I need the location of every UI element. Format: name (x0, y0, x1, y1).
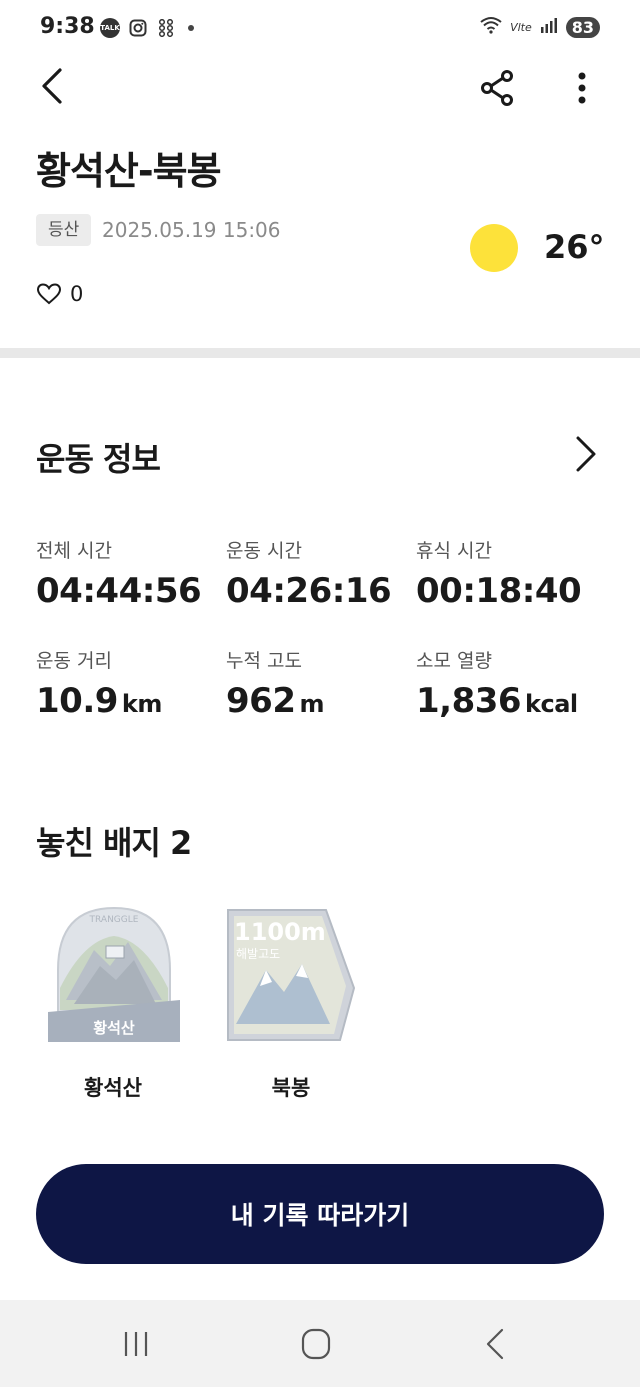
badge-name: 북봉 (271, 1076, 311, 1100)
like-button[interactable]: 0 (36, 282, 83, 306)
stat-value: 10.9 km (36, 681, 162, 721)
badge-altitude-text: 1100m (234, 918, 326, 946)
temperature: 26° (544, 228, 605, 266)
home-icon (301, 1328, 331, 1360)
altitude-badge-icon: 1100m 해발고도 (227, 909, 356, 1041)
exercise-info-title: 운동 정보 (36, 440, 161, 478)
stat-label: 소모 열량 (416, 650, 492, 672)
section-divider (0, 348, 640, 358)
share-icon (481, 70, 513, 106)
badge-name: 황석산 (84, 1076, 142, 1100)
stat-value: 04:26:16 (226, 571, 392, 611)
status-bar: 9:38 TALK Vlte 83 (0, 0, 640, 58)
stat-label: 운동 거리 (36, 650, 112, 672)
stat-label: 운동 시간 (226, 540, 302, 562)
notification-dot-icon (188, 25, 194, 31)
instagram-icon (128, 18, 148, 38)
badge-bukbong[interactable]: 1100m 해발고도 (222, 900, 362, 1060)
system-nav-bar (0, 1300, 640, 1387)
stat-value: 962 m (226, 681, 324, 721)
status-left-icons: TALK (100, 18, 194, 38)
wifi-icon (480, 16, 502, 38)
battery-indicator: 83 (565, 16, 600, 38)
recents-button[interactable] (116, 1326, 156, 1362)
stat-number: 962 (226, 681, 296, 721)
stat-number: 10.9 (36, 681, 118, 721)
stat-total-time: 전체 시간 04:44:56 (36, 536, 202, 611)
badge-arc-text: TRANGGLE (89, 915, 139, 925)
stat-unit: km (121, 690, 162, 718)
stat-label: 전체 시간 (36, 540, 112, 562)
stat-distance: 운동 거리 10.9 km (36, 646, 162, 721)
chevron-left-icon (42, 68, 62, 104)
stat-calories: 소모 열량 1,836 kcal (416, 646, 578, 721)
page-title: 황석산-북봉 (36, 149, 222, 193)
chevron-right-icon (576, 436, 596, 472)
badge-text: 황석산 (93, 1019, 135, 1037)
badge-sub-text: 해발고도 (236, 947, 280, 961)
stat-value: 1,836 kcal (416, 681, 578, 721)
signal-icon (540, 17, 558, 37)
stat-moving-time: 운동 시간 04:26:16 (226, 536, 392, 611)
stat-number: 00:18:40 (416, 571, 582, 611)
status-time: 9:38 (40, 14, 95, 39)
stat-elevation: 누적 고도 962 m (226, 646, 324, 721)
stat-value: 00:18:40 (416, 571, 582, 611)
stat-unit: kcal (525, 690, 578, 718)
more-vertical-icon (578, 72, 586, 104)
stat-unit: m (299, 690, 324, 718)
activity-tag: 등산 (36, 214, 92, 246)
exercise-info-detail-button[interactable] (572, 432, 600, 476)
follow-my-record-button[interactable]: 내 기록 따라가기 (36, 1164, 604, 1264)
badge-hwangseoksan[interactable]: TRANGGLE 황석산 (44, 900, 184, 1060)
share-button[interactable] (478, 68, 518, 108)
back-button[interactable] (36, 66, 72, 106)
stat-label: 누적 고도 (226, 650, 302, 672)
record-datetime: 2025.05.19 15:06 (102, 218, 281, 242)
recents-icon (124, 1332, 148, 1356)
kakao-talk-icon: TALK (100, 18, 120, 38)
like-count: 0 (70, 282, 84, 306)
volte-label: Vlte (510, 20, 532, 34)
stat-label: 휴식 시간 (416, 540, 492, 562)
stat-number: 04:26:16 (226, 571, 392, 611)
sun-icon (470, 224, 518, 272)
more-options-button[interactable] (566, 68, 598, 108)
stat-rest-time: 휴식 시간 00:18:40 (416, 536, 582, 611)
status-right-icons: Vlte 83 (480, 16, 600, 38)
heart-icon (36, 283, 62, 305)
stat-value: 04:44:56 (36, 571, 202, 611)
missed-badges-title: 놓친 배지 2 (36, 824, 192, 862)
stat-number: 04:44:56 (36, 571, 202, 611)
system-back-button[interactable] (476, 1326, 516, 1362)
back-icon (486, 1328, 504, 1360)
stat-number: 1,836 (416, 681, 522, 721)
home-button[interactable] (296, 1326, 336, 1362)
mountain-badge-icon: TRANGGLE 황석산 (48, 906, 180, 1042)
app-grid-icon (156, 18, 176, 38)
top-bar (0, 58, 640, 118)
